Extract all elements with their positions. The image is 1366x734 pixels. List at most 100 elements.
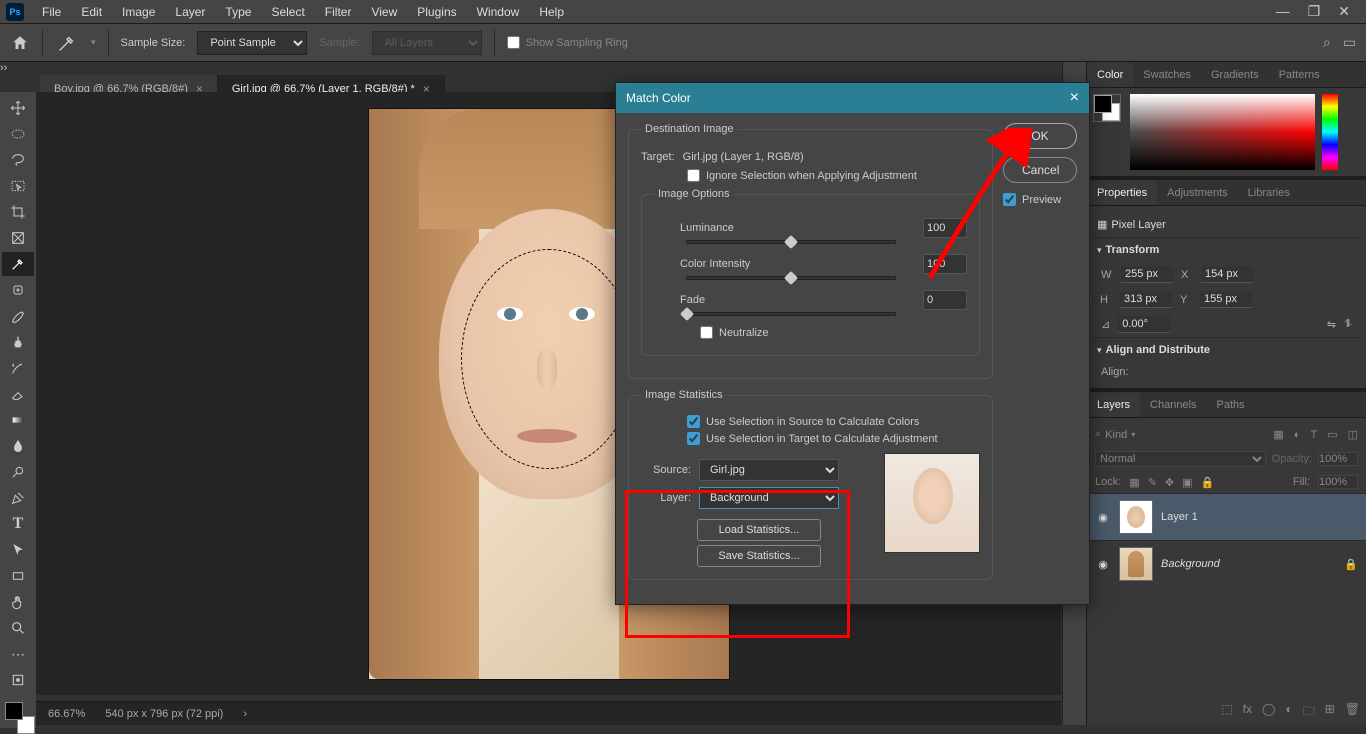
lock-pixels-icon[interactable]: ▦ (1129, 476, 1139, 489)
group-icon[interactable]: 🗀 (1303, 702, 1315, 723)
lock-position-icon[interactable]: ✥ (1165, 476, 1174, 489)
blend-mode-select[interactable]: Normal (1095, 451, 1266, 467)
y-input[interactable] (1200, 291, 1252, 308)
close-icon[interactable]: ✕ (1338, 3, 1350, 20)
x-input[interactable] (1201, 266, 1253, 283)
tab-adjustments[interactable]: Adjustments (1157, 181, 1238, 205)
zoom-tool-icon[interactable] (2, 616, 34, 640)
load-statistics-button[interactable]: Load Statistics... (697, 519, 821, 541)
layer-select[interactable]: Background (699, 487, 839, 509)
menu-filter[interactable]: Filter (315, 1, 362, 23)
lasso-tool-icon[interactable] (2, 148, 34, 172)
hand-tool-icon[interactable] (2, 590, 34, 614)
adjustment-icon[interactable]: ◐ (1285, 702, 1292, 723)
menu-image[interactable]: Image (112, 1, 165, 23)
tab-color[interactable]: Color (1087, 63, 1133, 87)
filter-adjust-icon[interactable]: ◐ (1294, 429, 1301, 441)
pen-tool-icon[interactable] (2, 486, 34, 510)
eraser-tool-icon[interactable] (2, 382, 34, 406)
preview-checkbox[interactable] (1003, 193, 1016, 206)
marquee-tool-icon[interactable] (2, 122, 34, 146)
hue-slider[interactable] (1322, 94, 1338, 170)
tab-channels[interactable]: Channels (1140, 393, 1206, 417)
height-input[interactable] (1120, 291, 1172, 308)
chevron-right-icon[interactable]: › (243, 708, 247, 720)
lock-artboard-icon[interactable]: ▣ (1182, 476, 1192, 489)
move-tool-icon[interactable] (2, 96, 34, 120)
lock-paint-icon[interactable]: ✎ (1148, 476, 1157, 489)
use-target-selection-checkbox[interactable] (687, 432, 700, 445)
blur-tool-icon[interactable] (2, 434, 34, 458)
history-brush-tool-icon[interactable] (2, 356, 34, 380)
filter-smart-icon[interactable]: ◫ (1348, 428, 1358, 441)
path-select-tool-icon[interactable] (2, 538, 34, 562)
preview-toggle[interactable]: Preview (1003, 193, 1077, 206)
fill-input[interactable] (1318, 475, 1358, 489)
flip-h-icon[interactable]: ⇋ (1327, 318, 1336, 331)
menu-file[interactable]: File (32, 1, 71, 23)
tab-paths[interactable]: Paths (1207, 393, 1255, 417)
dialog-titlebar[interactable]: Match Color × (616, 83, 1089, 113)
opacity-input[interactable] (1318, 452, 1358, 466)
frame-tool-icon[interactable] (2, 226, 34, 250)
visibility-toggle-icon[interactable]: ◉ (1095, 511, 1111, 524)
tab-swatches[interactable]: Swatches (1133, 63, 1201, 87)
menu-view[interactable]: View (361, 1, 407, 23)
layer-thumbnail[interactable] (1119, 547, 1153, 581)
foreground-color-swatch[interactable] (5, 702, 23, 720)
cancel-button[interactable]: Cancel (1003, 157, 1077, 183)
color-swatch-mini[interactable] (1093, 94, 1121, 122)
filter-pixel-icon[interactable]: ▦ (1273, 428, 1283, 441)
dodge-tool-icon[interactable] (2, 460, 34, 484)
color-intensity-slider[interactable] (686, 276, 896, 280)
rectangle-tool-icon[interactable] (2, 564, 34, 588)
show-sampling-ring-checkbox[interactable] (507, 36, 520, 49)
search-icon[interactable]: ⌕ (1323, 34, 1331, 51)
ignore-selection-checkbox[interactable] (687, 169, 700, 182)
layer-thumbnail[interactable] (1119, 500, 1153, 534)
width-input[interactable] (1121, 266, 1173, 283)
layer-row-layer1[interactable]: ◉ Layer 1 (1087, 493, 1366, 540)
use-source-selection-checkbox[interactable] (687, 415, 700, 428)
menu-window[interactable]: Window (467, 1, 530, 23)
restore-icon[interactable]: ❐ (1308, 3, 1321, 20)
clone-stamp-tool-icon[interactable] (2, 330, 34, 354)
luminance-input[interactable] (923, 218, 967, 238)
type-tool-icon[interactable]: T (2, 512, 34, 536)
edit-toolbar-icon[interactable] (2, 668, 34, 692)
eyedropper-tool-icon[interactable] (55, 32, 79, 54)
workspace-icon[interactable]: ▭ (1343, 34, 1356, 51)
menu-type[interactable]: Type (215, 1, 261, 23)
filter-type-icon[interactable]: T (1310, 429, 1317, 441)
luminance-slider[interactable] (686, 240, 896, 244)
menu-help[interactable]: Help (529, 1, 574, 23)
source-select[interactable]: Girl.jpg (699, 459, 839, 481)
neutralize-checkbox[interactable] (700, 326, 713, 339)
menu-plugins[interactable]: Plugins (407, 1, 466, 23)
lock-all-icon[interactable]: 🔒 (1201, 476, 1215, 489)
fade-slider[interactable] (686, 312, 896, 316)
chevron-down-icon[interactable]: ▾ (1097, 245, 1102, 256)
ok-button[interactable]: OK (1003, 123, 1077, 149)
healing-brush-tool-icon[interactable] (2, 278, 34, 302)
crop-tool-icon[interactable] (2, 200, 34, 224)
sample-size-select[interactable]: Point Sample (197, 31, 307, 55)
tab-gradients[interactable]: Gradients (1201, 63, 1269, 87)
home-icon[interactable] (10, 34, 30, 52)
mask-icon[interactable]: ◯ (1262, 702, 1275, 723)
object-select-tool-icon[interactable] (2, 174, 34, 198)
layer-row-background[interactable]: ◉ Background 🔒 (1087, 540, 1366, 587)
brush-tool-icon[interactable] (2, 304, 34, 328)
color-picker[interactable] (1130, 94, 1315, 170)
new-layer-icon[interactable]: ⊞ (1325, 702, 1335, 723)
zoom-level[interactable]: 66.67% (48, 708, 85, 720)
color-swatches[interactable] (5, 702, 31, 728)
layer-name[interactable]: Layer 1 (1161, 511, 1198, 523)
angle-input[interactable] (1118, 316, 1170, 333)
menu-select[interactable]: Select (261, 1, 314, 23)
link-layers-icon[interactable]: ⬚ (1221, 702, 1232, 723)
color-intensity-input[interactable] (923, 254, 967, 274)
tab-libraries[interactable]: Libraries (1238, 181, 1300, 205)
filter-shape-icon[interactable]: ▭ (1327, 428, 1337, 441)
tab-patterns[interactable]: Patterns (1269, 63, 1330, 87)
